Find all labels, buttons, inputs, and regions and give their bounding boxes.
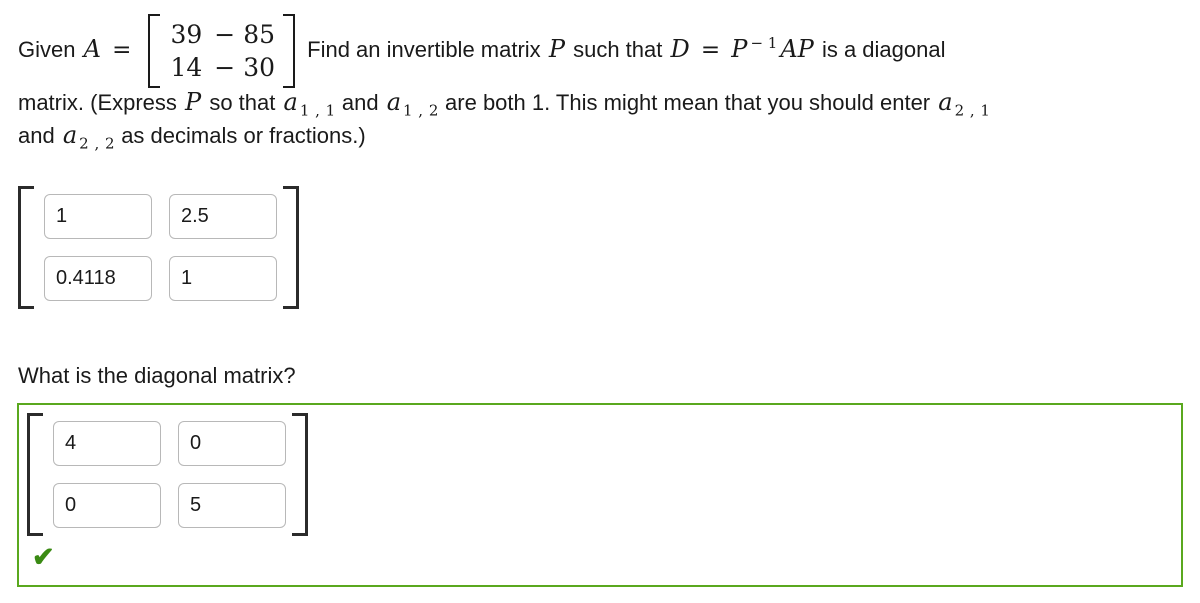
matrix-a-cell-1-1: 39 bbox=[170, 20, 203, 49]
matrix-a-symbol: A bbox=[83, 34, 101, 63]
problem-line-3: and a2 , 2 as decimals or fractions.) bbox=[18, 121, 1193, 153]
matrix-d-input-2-1[interactable] bbox=[53, 483, 161, 528]
a22-subscript: 2 , 2 bbox=[79, 134, 116, 153]
diagonal-matrix-question-label: What is the diagonal matrix? bbox=[18, 363, 296, 388]
problem-line-2: matrix. (Express P so that a1 , 1 and a1… bbox=[18, 88, 1193, 120]
matrix-a-table: 39 − 85 14 − 30 bbox=[164, 18, 281, 84]
matrix-p-row-2 bbox=[44, 256, 277, 301]
matrix-d-answer-container: ✔ bbox=[17, 403, 1183, 587]
decimals-fractions-text: as decimals or fractions.) bbox=[121, 123, 366, 148]
matrix-d-input-1-1[interactable] bbox=[53, 421, 161, 466]
and-text-2: and bbox=[18, 123, 55, 148]
express-text: matrix. (Express bbox=[18, 90, 177, 115]
matrix-p-answer-block bbox=[18, 186, 299, 309]
matrix-p-input-1-2[interactable] bbox=[169, 194, 277, 239]
matrix-p-input-grid bbox=[18, 186, 299, 309]
matrix-p-row-1 bbox=[44, 194, 277, 239]
matrix-d-row-2 bbox=[53, 483, 286, 528]
matrix-p-input-1-1[interactable] bbox=[44, 194, 152, 239]
bracket-right-icon bbox=[283, 186, 299, 309]
bracket-left-icon bbox=[18, 186, 34, 309]
so-that-text: so that bbox=[209, 90, 276, 115]
problem-statement: Given A = 39 − 85 14 − 30 Find an invert… bbox=[18, 14, 1193, 153]
is-diagonal-text: is a diagonal bbox=[821, 36, 946, 62]
a12-subscript: 1 , 2 bbox=[403, 101, 439, 120]
problem-line-1: Given A = 39 − 85 14 − 30 Find an invert… bbox=[18, 14, 1193, 88]
matrix-d-symbol: D bbox=[670, 34, 690, 63]
matrix-p-symbol: P bbox=[548, 34, 565, 63]
both-one-text: are both 1. This might mean that you sho… bbox=[445, 90, 931, 115]
bracket-left-icon bbox=[27, 413, 43, 536]
matrix-p-input-2-2[interactable] bbox=[169, 256, 277, 301]
and-text-1: and bbox=[341, 90, 379, 115]
a11-subscript: 1 , 1 bbox=[299, 101, 336, 120]
matrix-p-symbol-3: P bbox=[185, 88, 202, 116]
inverse-exponent: − 1 bbox=[750, 34, 778, 53]
bracket-left-icon bbox=[148, 14, 161, 88]
a22-symbol: a bbox=[62, 121, 78, 149]
table-row: 39 − 85 bbox=[164, 18, 281, 51]
check-icon: ✔ bbox=[32, 542, 55, 572]
a21-subscript: 2 , 1 bbox=[954, 101, 991, 120]
matrix-ap-symbol: AP bbox=[780, 34, 814, 63]
equals-sign-2: = bbox=[700, 36, 721, 63]
matrix-d-input-grid bbox=[27, 413, 308, 536]
a21-symbol: a bbox=[938, 88, 953, 116]
equals-sign: = bbox=[112, 36, 132, 63]
a11-symbol: a bbox=[283, 88, 298, 116]
matrix-a-cell-2-2: − 30 bbox=[214, 53, 276, 82]
find-invertible-text: Find an invertible matrix bbox=[307, 36, 541, 62]
bracket-right-icon bbox=[292, 413, 308, 536]
matrix-p-input-2-1[interactable] bbox=[44, 256, 152, 301]
matrix-d-answer-block bbox=[27, 413, 308, 536]
bracket-right-icon bbox=[283, 14, 296, 88]
matrix-a-cell-2-1: 14 bbox=[170, 53, 203, 82]
such-that-text: such that bbox=[573, 36, 663, 62]
matrix-a-display: 39 − 85 14 − 30 bbox=[148, 14, 296, 88]
matrix-d-row-1 bbox=[53, 421, 286, 466]
matrix-a-cell-1-2: − 85 bbox=[214, 20, 276, 49]
given-text: Given bbox=[18, 36, 76, 62]
table-row: 14 − 30 bbox=[164, 51, 281, 84]
matrix-p-symbol-2: P bbox=[731, 34, 748, 63]
matrix-d-input-1-2[interactable] bbox=[178, 421, 286, 466]
a12-symbol: a bbox=[386, 88, 401, 116]
matrix-d-input-2-2[interactable] bbox=[178, 483, 286, 528]
